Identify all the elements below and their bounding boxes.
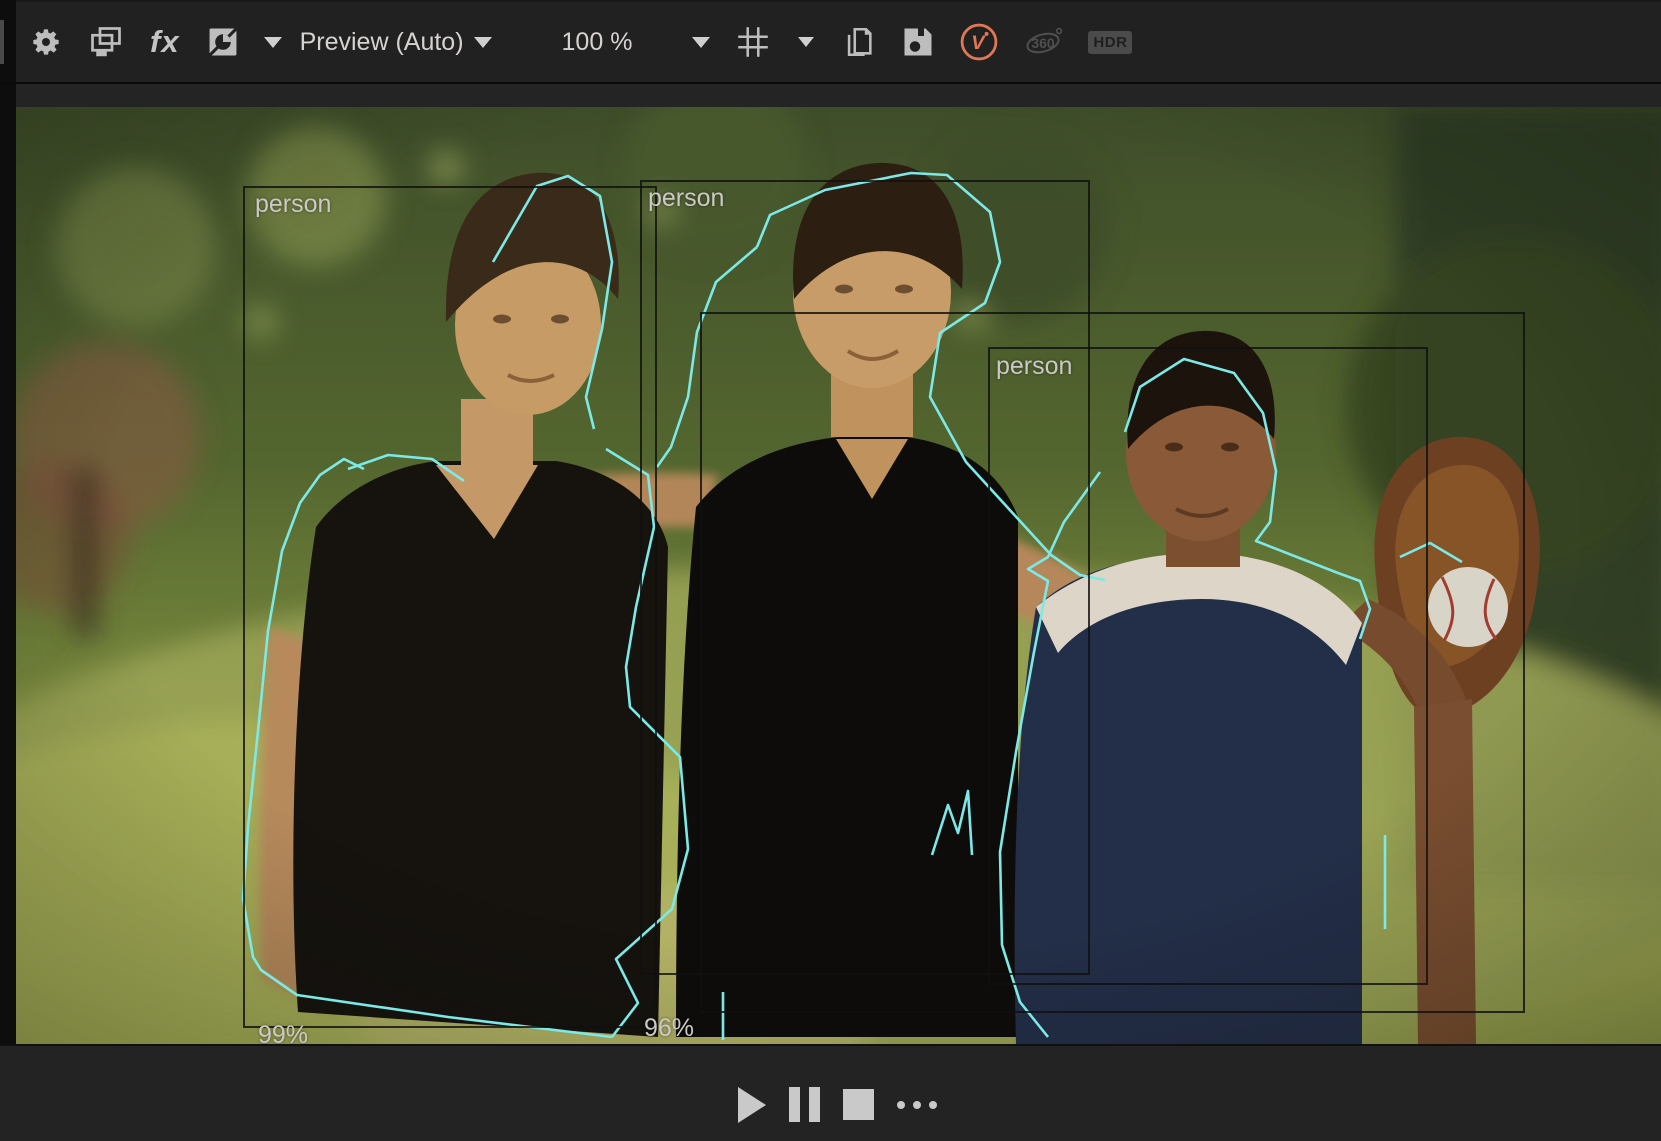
person-3-zigzag-mask-line — [932, 791, 972, 855]
mask-icon — [206, 25, 240, 59]
panel-grip[interactable] — [0, 20, 4, 64]
gear-icon — [30, 26, 62, 58]
video-fx-button[interactable]: fx — [150, 24, 180, 60]
zoom-level-label: 100 % — [562, 28, 633, 57]
video-preview-canvas: person99%person96%person — [16, 107, 1661, 1044]
stop-icon — [843, 1089, 874, 1120]
chevron-down-icon — [264, 37, 282, 48]
panel-edge — [0, 0, 16, 1141]
pause-button[interactable] — [789, 1087, 820, 1122]
svg-text:360: 360 — [1032, 35, 1056, 51]
person-1-right-side-mask-line — [606, 449, 688, 1037]
more-options-button[interactable] — [897, 1101, 937, 1109]
chevron-down-icon — [474, 37, 492, 48]
person-2-hand-on-shoulder-mask-line — [348, 455, 464, 481]
chevron-down-icon — [692, 37, 710, 48]
viewer-top-gap — [16, 84, 1661, 107]
copy-snapshot-button[interactable] — [842, 24, 876, 60]
person-2-left-side-mask-line — [657, 247, 757, 467]
grid-icon — [734, 23, 772, 61]
bypass-fx-button[interactable] — [206, 25, 240, 59]
zoom-level-dropdown[interactable] — [692, 37, 710, 48]
save-snapshot-button[interactable] — [900, 24, 936, 60]
hdr-button[interactable]: HDR — [1088, 31, 1132, 54]
fx-icon: fx — [150, 24, 180, 60]
save-icon — [900, 24, 936, 60]
person-3-left-side-mask-line — [1000, 472, 1100, 1037]
split-screen-dropdown[interactable] — [264, 37, 282, 48]
transport-bar — [0, 1044, 1661, 1141]
v-badge-icon: V — [958, 21, 1000, 63]
video-output-button[interactable] — [88, 24, 124, 60]
play-button[interactable] — [738, 1087, 766, 1123]
preview-toolbar: fx Preview (Auto) 100 % — [16, 0, 1661, 82]
ellipsis-icon — [897, 1101, 905, 1109]
svg-text:V: V — [972, 32, 987, 54]
pause-icon — [809, 1087, 820, 1122]
ellipsis-icon — [929, 1101, 937, 1109]
person-1-body-mask-line — [243, 459, 612, 1037]
settings-button[interactable] — [30, 26, 62, 58]
vegas-ai-button[interactable]: V — [958, 21, 1000, 63]
segmentation-overlay — [16, 107, 1661, 1044]
360-icon: 360 — [1022, 22, 1068, 62]
layers-icon — [88, 24, 124, 60]
zoom-level-value[interactable]: 100 % — [562, 28, 633, 57]
stop-button[interactable] — [843, 1089, 874, 1120]
person-1-head-mask-line — [493, 176, 612, 429]
ellipsis-icon — [913, 1101, 921, 1109]
person-3-head-right-mask-line — [1125, 359, 1370, 639]
video-preview-window: fx Preview (Auto) 100 % — [0, 0, 1661, 1141]
preview-quality-label: Preview (Auto) — [300, 28, 464, 57]
pause-icon — [789, 1087, 800, 1122]
hdr-icon: HDR — [1088, 31, 1132, 54]
play-icon — [738, 1087, 766, 1123]
glove-top-stroke-mask-line — [1400, 543, 1462, 562]
preview-quality-dropdown[interactable]: Preview (Auto) — [300, 28, 492, 57]
video-360-button[interactable]: 360 — [1022, 22, 1068, 62]
grid-overlay-button[interactable] — [734, 23, 772, 61]
chevron-down-icon — [798, 37, 814, 47]
grid-overlay-dropdown[interactable] — [798, 37, 814, 47]
person-2-head-right-mask-line — [757, 173, 1105, 580]
copy-icon — [842, 24, 876, 60]
